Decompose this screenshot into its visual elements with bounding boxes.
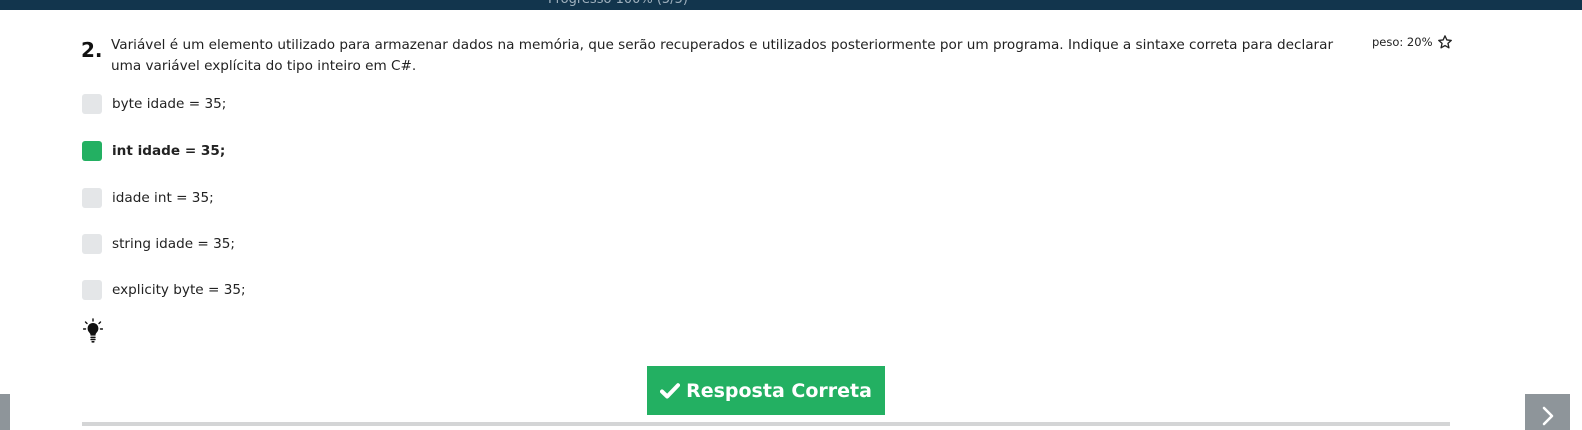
progress-text: Progresso 100% (5/5) bbox=[548, 0, 688, 8]
question-weight: peso: 20% bbox=[1372, 33, 1453, 51]
question-number: 2. bbox=[81, 38, 103, 62]
lightbulb-icon[interactable] bbox=[83, 318, 103, 344]
option-d[interactable]: string idade = 35; bbox=[82, 234, 235, 254]
top-progress-bar: Progresso 100% (5/5) bbox=[0, 0, 1582, 10]
correct-answer-button[interactable]: Resposta Correta bbox=[647, 366, 885, 415]
option-checkbox[interactable] bbox=[82, 234, 102, 254]
chevron-right-icon bbox=[1542, 406, 1553, 426]
option-label: idade int = 35; bbox=[112, 190, 214, 206]
weight-label: peso: 20% bbox=[1372, 35, 1433, 49]
correct-answer-label: Resposta Correta bbox=[686, 379, 872, 402]
option-label: byte idade = 35; bbox=[112, 96, 227, 112]
next-question-button[interactable] bbox=[1525, 394, 1570, 430]
question-text: Variável é um elemento utilizado para ar… bbox=[111, 37, 1334, 74]
star-icon[interactable] bbox=[1437, 34, 1453, 50]
check-icon bbox=[660, 382, 681, 398]
option-label: int idade = 35; bbox=[112, 143, 226, 159]
option-a[interactable]: byte idade = 35; bbox=[82, 94, 226, 114]
option-checkbox-selected[interactable] bbox=[82, 141, 102, 161]
option-label: string idade = 35; bbox=[112, 236, 235, 252]
option-checkbox[interactable] bbox=[82, 94, 102, 114]
option-checkbox[interactable] bbox=[82, 280, 102, 300]
option-c[interactable]: idade int = 35; bbox=[82, 188, 214, 208]
previous-question-button[interactable] bbox=[0, 394, 10, 430]
option-label: explicity byte = 35; bbox=[112, 282, 246, 298]
option-e[interactable]: explicity byte = 35; bbox=[82, 280, 246, 300]
footer-divider bbox=[82, 422, 1450, 426]
option-b[interactable]: int idade = 35; bbox=[82, 141, 225, 161]
option-checkbox[interactable] bbox=[82, 188, 102, 208]
